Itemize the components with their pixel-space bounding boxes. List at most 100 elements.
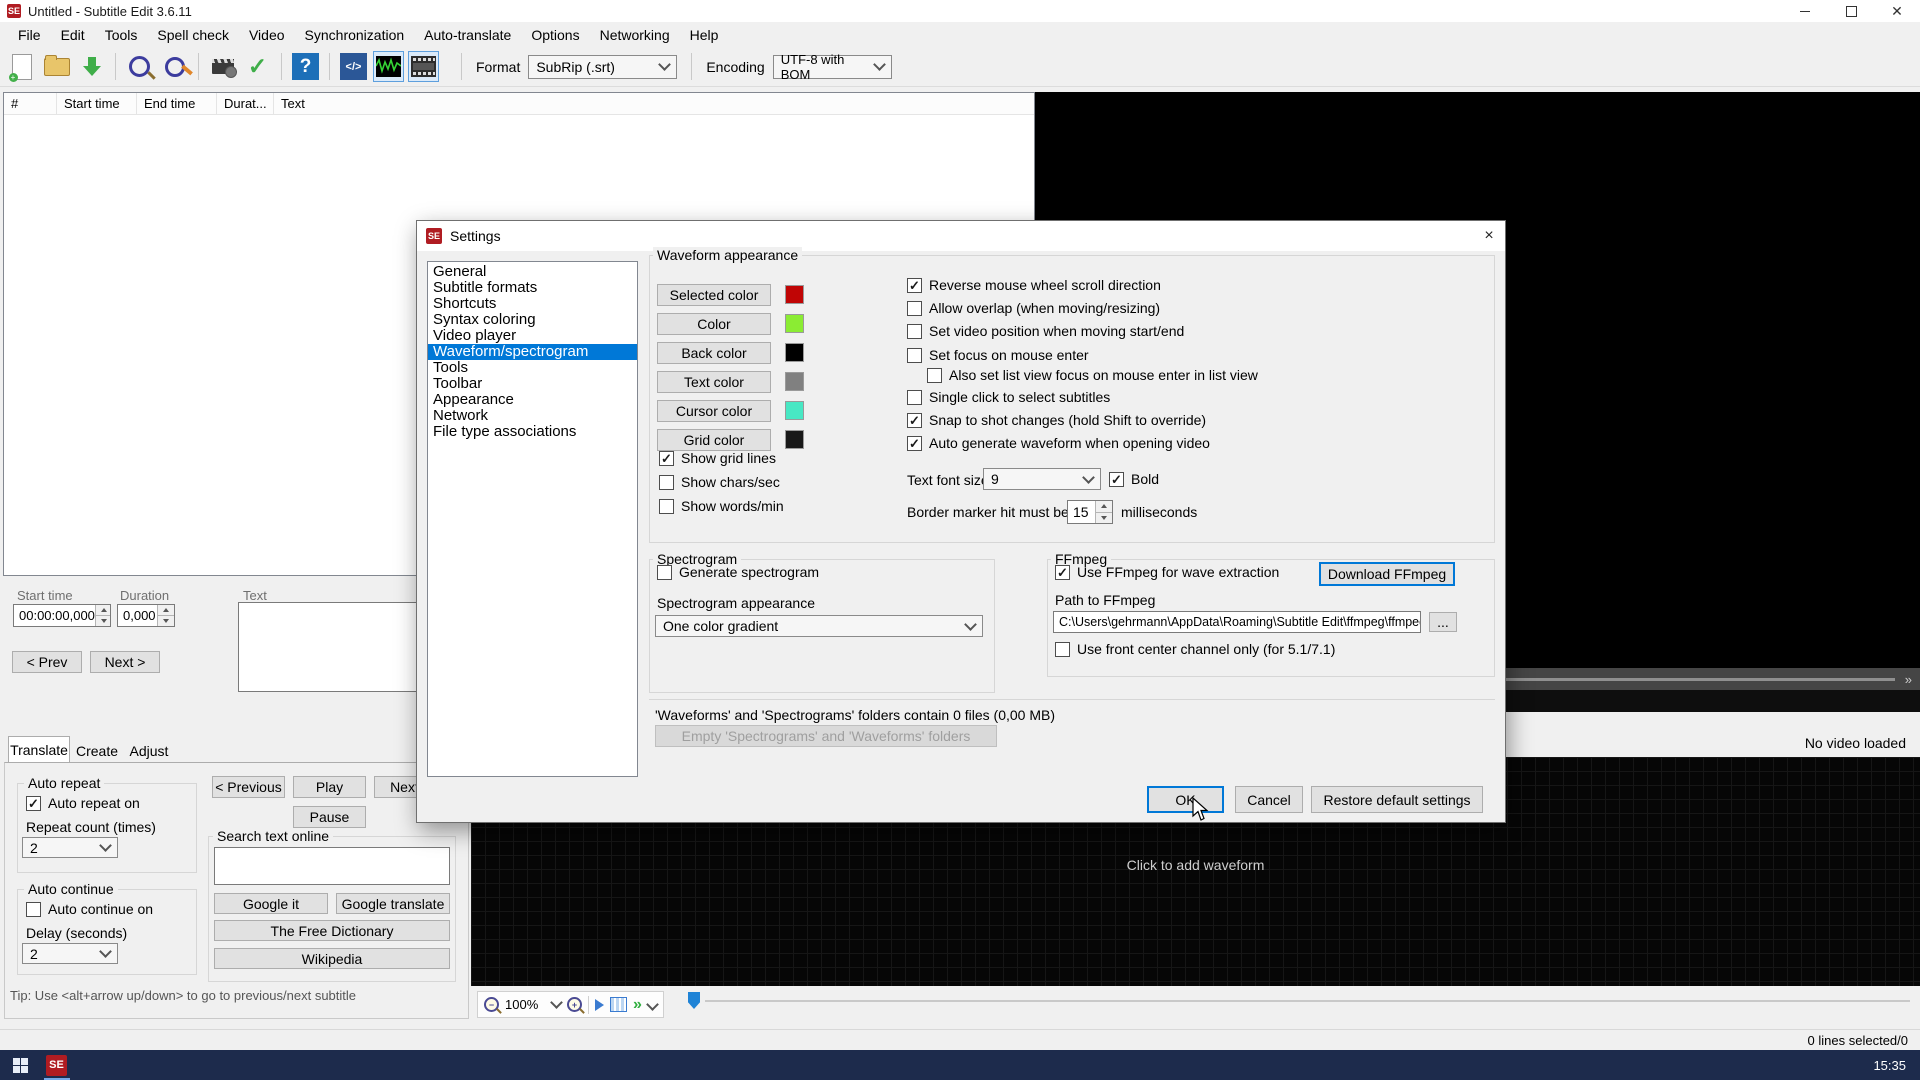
fast-forward-icon[interactable]: » <box>633 996 642 1013</box>
format-select[interactable]: SubRip (.srt) <box>528 54 678 79</box>
column-duration[interactable]: Durat... <box>217 93 274 114</box>
video-toggle-button[interactable] <box>408 51 439 82</box>
source-view-button[interactable]: </> <box>338 51 369 82</box>
category-toolbar[interactable]: Toolbar <box>428 376 637 392</box>
waveform-zoom-select[interactable]: 100% <box>505 996 563 1012</box>
text-color-button[interactable]: Text color <box>657 371 771 393</box>
category-file-type-associations[interactable]: File type associations <box>428 424 637 440</box>
search-text-input[interactable] <box>214 847 450 885</box>
snap-to-shot-changes-checkbox[interactable]: Snap to shot changes (hold Shift to over… <box>907 412 1206 428</box>
ok-button[interactable]: OK <box>1147 786 1224 813</box>
play-button[interactable]: Play <box>293 776 366 798</box>
cancel-button[interactable]: Cancel <box>1235 786 1303 813</box>
columns-icon[interactable] <box>610 997 627 1012</box>
menu-spell-check[interactable]: Spell check <box>147 27 239 43</box>
show-words-min-checkbox[interactable]: Show words/min <box>659 498 784 514</box>
close-button[interactable]: ✕ <box>1874 0 1920 22</box>
menu-synchronization[interactable]: Synchronization <box>295 27 415 43</box>
menu-edit[interactable]: Edit <box>51 27 95 43</box>
duration-field[interactable]: 0,000 <box>117 604 175 627</box>
position-marker[interactable] <box>688 992 700 1009</box>
visual-sync-button[interactable] <box>207 51 238 82</box>
menu-networking[interactable]: Networking <box>590 27 680 43</box>
spectrogram-appearance-select[interactable]: One color gradient <box>655 615 983 637</box>
tab-create[interactable]: Create <box>72 739 122 762</box>
border-marker-spinner[interactable] <box>1095 501 1112 523</box>
cursor-color-button[interactable]: Cursor color <box>657 400 771 422</box>
prev-subtitle-button[interactable]: < Prev <box>12 651 82 673</box>
category-general[interactable]: General <box>428 264 637 280</box>
replace-button[interactable] <box>159 51 193 82</box>
menu-auto-translate[interactable]: Auto-translate <box>414 27 521 43</box>
subtitle-text-area[interactable] <box>238 602 438 692</box>
start-button[interactable] <box>13 1057 28 1073</box>
minimize-button[interactable] <box>1782 0 1828 22</box>
use-ffmpeg-checkbox[interactable]: Use FFmpeg for wave extraction <box>1055 564 1279 580</box>
bold-checkbox[interactable]: Bold <box>1109 471 1159 487</box>
seek-track[interactable] <box>705 1000 1910 1002</box>
duration-spinner[interactable] <box>157 605 174 626</box>
menu-tools[interactable]: Tools <box>95 27 148 43</box>
column-start-time[interactable]: Start time <box>57 93 137 114</box>
selected-color-button[interactable]: Selected color <box>657 284 771 306</box>
save-file-button[interactable] <box>76 51 107 82</box>
menu-file[interactable]: File <box>8 27 51 43</box>
show-chars-sec-checkbox[interactable]: Show chars/sec <box>659 474 780 490</box>
also-set-list-view-focus-checkbox[interactable]: Also set list view focus on mouse enter … <box>927 367 1258 383</box>
new-file-button[interactable]: + <box>6 51 37 82</box>
category-appearance[interactable]: Appearance <box>428 392 637 408</box>
auto-repeat-checkbox[interactable]: Auto repeat on <box>26 795 140 811</box>
menu-help[interactable]: Help <box>680 27 729 43</box>
maximize-button[interactable] <box>1828 0 1874 22</box>
start-time-spinner[interactable] <box>94 605 110 626</box>
tab-translate[interactable]: Translate <box>8 736 70 762</box>
allow-overlap-checkbox[interactable]: Allow overlap (when moving/resizing) <box>907 300 1160 316</box>
download-ffmpeg-button[interactable]: Download FFmpeg <box>1319 562 1455 586</box>
free-dictionary-button[interactable]: The Free Dictionary <box>214 920 450 941</box>
browse-ffmpeg-button[interactable]: ... <box>1429 612 1457 632</box>
menu-options[interactable]: Options <box>521 27 589 43</box>
text-font-size-select[interactable]: 9 <box>983 468 1101 490</box>
auto-generate-waveform-checkbox[interactable]: Auto generate waveform when opening vide… <box>907 435 1210 451</box>
back-color-button[interactable]: Back color <box>657 342 771 364</box>
fast-forward-icon[interactable]: » <box>1905 672 1912 687</box>
chevron-down-icon[interactable] <box>646 998 659 1011</box>
generate-spectrogram-checkbox[interactable]: Generate spectrogram <box>657 564 819 580</box>
border-marker-field[interactable]: 15 <box>1067 500 1113 524</box>
google-it-button[interactable]: Google it <box>214 893 328 914</box>
google-translate-button[interactable]: Google translate <box>336 893 450 914</box>
show-grid-lines-checkbox[interactable]: Show grid lines <box>659 450 776 466</box>
front-center-channel-checkbox[interactable]: Use front center channel only (for 5.1/7… <box>1055 641 1335 657</box>
color-button[interactable]: Color <box>657 313 771 335</box>
category-shortcuts[interactable]: Shortcuts <box>428 296 637 312</box>
set-focus-mouse-enter-checkbox[interactable]: Set focus on mouse enter <box>907 347 1089 363</box>
category-waveform-spectrogram[interactable]: Waveform/spectrogram <box>428 344 637 360</box>
category-tools[interactable]: Tools <box>428 360 637 376</box>
grid-color-button[interactable]: Grid color <box>657 429 771 451</box>
restore-default-settings-button[interactable]: Restore default settings <box>1311 786 1483 813</box>
zoom-in-icon[interactable]: + <box>567 997 582 1012</box>
category-syntax-coloring[interactable]: Syntax coloring <box>428 312 637 328</box>
wikipedia-button[interactable]: Wikipedia <box>214 948 450 969</box>
set-video-position-checkbox[interactable]: Set video position when moving start/end <box>907 323 1184 339</box>
next-subtitle-button[interactable]: Next > <box>90 651 160 673</box>
ffmpeg-path-input[interactable]: C:\Users\gehrmann\AppData\Roaming\Subtit… <box>1053 611 1421 633</box>
repeat-count-select[interactable]: 2 <box>22 837 118 858</box>
auto-continue-checkbox[interactable]: Auto continue on <box>26 901 153 917</box>
encoding-select[interactable]: UTF-8 with BOM <box>772 52 892 82</box>
taskbar-subtitle-edit[interactable]: SE <box>44 1050 70 1080</box>
play-selection-icon[interactable] <box>595 998 604 1011</box>
dialog-title-bar[interactable]: SE Settings <box>417 221 1505 251</box>
delay-select[interactable]: 2 <box>22 943 118 964</box>
column-number[interactable]: # <box>4 93 57 114</box>
find-button[interactable] <box>124 51 156 82</box>
start-time-field[interactable]: 00:00:00,000 <box>13 604 111 627</box>
open-file-button[interactable] <box>41 51 72 82</box>
empty-folders-button[interactable]: Empty 'Spectrograms' and 'Waveforms' fol… <box>655 725 997 747</box>
category-subtitle-formats[interactable]: Subtitle formats <box>428 280 637 296</box>
category-video-player[interactable]: Video player <box>428 328 637 344</box>
zoom-out-icon[interactable]: − <box>484 997 499 1012</box>
waveform-toggle-button[interactable] <box>373 51 404 82</box>
menu-video[interactable]: Video <box>239 27 295 43</box>
tab-adjust[interactable]: Adjust <box>124 739 174 762</box>
